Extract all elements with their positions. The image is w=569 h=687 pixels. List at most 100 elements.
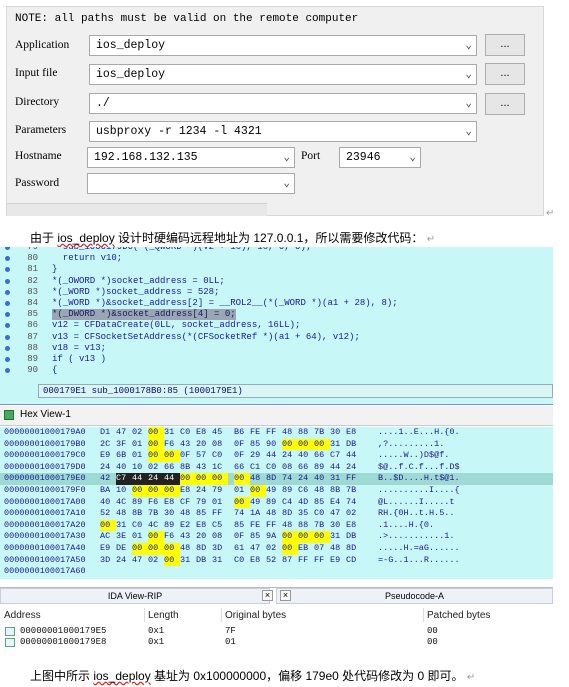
code-line[interactable]: 84 *(_WORD *)&socket_address[2] = __ROL2_… xyxy=(0,298,553,309)
hex-byte[interactable]: 02 xyxy=(132,427,148,439)
hex-byte[interactable]: 43 xyxy=(180,531,196,543)
application-browse-button[interactable]: ... xyxy=(485,34,525,56)
hex-byte[interactable]: 00 xyxy=(196,473,212,485)
hex-byte[interactable]: C7 xyxy=(330,450,346,462)
hex-byte[interactable]: 6B xyxy=(116,450,132,462)
hex-byte[interactable]: 00 xyxy=(148,450,164,462)
hex-byte[interactable]: 00 xyxy=(164,554,180,567)
hex-row[interactable]: 0000000100017A60 xyxy=(0,566,553,578)
hex-byte[interactable]: E2 xyxy=(180,520,196,532)
hex-byte[interactable]: E9 xyxy=(100,543,116,555)
code-line[interactable]: 79 sub_1000179D0(*(_QWORD *)(v2 + 16), 1… xyxy=(0,247,553,253)
hex-byte[interactable]: 40 xyxy=(298,450,314,462)
hex-byte[interactable]: 00 xyxy=(250,485,266,497)
code-line[interactable]: 89 if ( v13 ) xyxy=(0,354,553,365)
chevron-down-icon[interactable]: ⌄ xyxy=(465,124,472,138)
hex-byte[interactable]: 9A xyxy=(266,531,282,543)
hex-byte[interactable]: 00 xyxy=(164,485,180,497)
chevron-down-icon[interactable]: ⌄ xyxy=(465,96,472,110)
hex-byte[interactable]: 00 xyxy=(282,438,298,451)
directory-browse-button[interactable]: ... xyxy=(485,93,525,115)
hex-row[interactable]: 00000001000179F0 BA 10 00 00 00 E8 24 79 01 00 49 89… xyxy=(0,485,553,497)
hex-byte[interactable]: 45 xyxy=(212,427,228,439)
hex-byte[interactable]: 48 xyxy=(314,485,330,497)
hex-byte[interactable]: FF xyxy=(314,555,330,567)
hex-byte[interactable]: 66 xyxy=(314,450,330,462)
hex-byte[interactable]: C4 xyxy=(282,497,298,509)
hex-byte[interactable]: 89 xyxy=(282,485,298,497)
hex-byte[interactable]: 66 xyxy=(164,462,180,474)
hex-byte[interactable]: 48 xyxy=(116,508,132,520)
hex-byte[interactable]: 1C xyxy=(212,462,228,474)
hex-byte[interactable]: C1 xyxy=(250,462,266,474)
chevron-down-icon[interactable]: ⌄ xyxy=(465,38,472,52)
chevron-down-icon[interactable]: ⌄ xyxy=(409,150,416,164)
hex-byte[interactable]: 66 xyxy=(234,462,250,474)
breakpoint-dot-icon[interactable] xyxy=(5,301,10,306)
hex-byte[interactable]: 00 xyxy=(164,450,180,462)
hex-byte[interactable]: 00 xyxy=(148,485,164,497)
hex-byte[interactable]: E8 xyxy=(196,427,212,439)
hex-byte[interactable]: 00 xyxy=(282,531,298,543)
hex-byte[interactable]: 47 xyxy=(132,555,148,567)
port-combo[interactable]: 23946 ⌄ xyxy=(339,147,421,168)
hex-byte[interactable]: 01 xyxy=(234,485,250,497)
breakpoint-dot-icon[interactable] xyxy=(5,368,10,374)
hex-byte[interactable]: DB xyxy=(346,439,362,451)
hex-byte[interactable]: 30 xyxy=(330,520,346,532)
hex-byte[interactable]: E8 xyxy=(346,520,362,532)
hex-byte[interactable]: E4 xyxy=(330,497,346,509)
hex-byte[interactable]: 10 xyxy=(132,462,148,474)
breakpoint-dot-icon[interactable] xyxy=(5,323,10,329)
hex-row[interactable]: 0000000100017A40 E9 DE 00 00 00 48 8D 3D 61 47 02 00… xyxy=(0,543,553,555)
hex-byte[interactable]: 3E xyxy=(116,531,132,543)
hex-row[interactable]: 00000001000179D0 24 40 10 02 66 8B 43 1C 66 C1 C0 08… xyxy=(0,462,553,474)
code-line[interactable]: 87 v13 = CFSocketSetAddress(*(CFSocketRef… xyxy=(0,332,553,343)
hex-byte[interactable]: 01 xyxy=(132,439,148,451)
hex-byte[interactable]: 31 xyxy=(330,439,346,451)
hex-row[interactable]: 00000001000179A0 D1 47 02 00 31 C0 E8 45 B6 FE FF 48… xyxy=(0,427,553,439)
hex-byte[interactable]: C0 xyxy=(180,427,196,439)
hex-byte[interactable]: C6 xyxy=(298,485,314,497)
hex-byte[interactable]: 00 xyxy=(148,427,164,439)
hex-byte[interactable]: 00 xyxy=(148,438,164,451)
hex-byte[interactable]: 43 xyxy=(196,462,212,474)
hex-byte[interactable]: DB xyxy=(196,555,212,567)
hex-byte[interactable]: 4D xyxy=(298,497,314,509)
column-header-address[interactable]: Address xyxy=(4,610,41,621)
hex-byte[interactable]: 48 xyxy=(330,543,346,555)
hex-byte[interactable]: 44 xyxy=(266,450,282,462)
hex-byte[interactable]: 00 xyxy=(164,543,180,555)
hex-byte[interactable]: 40 xyxy=(116,462,132,474)
hex-byte[interactable]: 8D xyxy=(196,543,212,555)
hex-byte[interactable]: 3D xyxy=(100,555,116,567)
hex-byte[interactable]: 01 xyxy=(132,531,148,543)
breakpoint-dot-icon[interactable] xyxy=(5,289,10,295)
hex-byte[interactable]: 08 xyxy=(212,531,228,543)
input-file-browse-button[interactable]: ... xyxy=(485,63,525,85)
hex-byte[interactable]: 00 xyxy=(234,496,250,509)
hex-row[interactable]: 0000000100017A00 40 4C 89 F6 E8 CF 79 01 00 49 89 C4… xyxy=(0,496,553,509)
hex-byte[interactable]: 00 xyxy=(132,485,148,497)
close-icon[interactable]: × xyxy=(280,590,291,601)
hex-byte[interactable]: 02 xyxy=(148,462,164,474)
hex-byte[interactable]: 20 xyxy=(196,531,212,543)
hex-byte[interactable]: 7B xyxy=(314,520,330,532)
hex-byte[interactable]: 31 xyxy=(180,555,196,567)
hex-byte[interactable]: 24 xyxy=(116,555,132,567)
hex-view[interactable]: 00000001000179A0 D1 47 02 00 31 C0 E8 45 B6 FE FF 48… xyxy=(0,427,553,579)
hex-byte[interactable]: 48 xyxy=(250,473,266,485)
hex-byte[interactable]: 02 xyxy=(266,543,282,555)
parameters-combo[interactable]: usbproxy -r 1234 -l 4321 ⌄ xyxy=(89,121,477,142)
hex-byte[interactable]: 44 xyxy=(346,450,362,462)
hex-byte[interactable]: 8D xyxy=(266,473,282,485)
hex-byte[interactable]: 52 xyxy=(100,508,116,520)
hex-byte[interactable]: 66 xyxy=(298,462,314,474)
tab-ida-view-rip[interactable]: IDA View-RIP xyxy=(0,588,270,604)
hex-byte[interactable]: 20 xyxy=(196,439,212,451)
hex-byte[interactable]: 40 xyxy=(100,497,116,509)
code-line[interactable]: 81} xyxy=(0,264,553,275)
hex-byte[interactable]: 2C xyxy=(100,439,116,451)
hostname-combo[interactable]: 192.168.132.135 ⌄ xyxy=(87,147,295,168)
hex-byte[interactable]: 1A xyxy=(250,508,266,520)
